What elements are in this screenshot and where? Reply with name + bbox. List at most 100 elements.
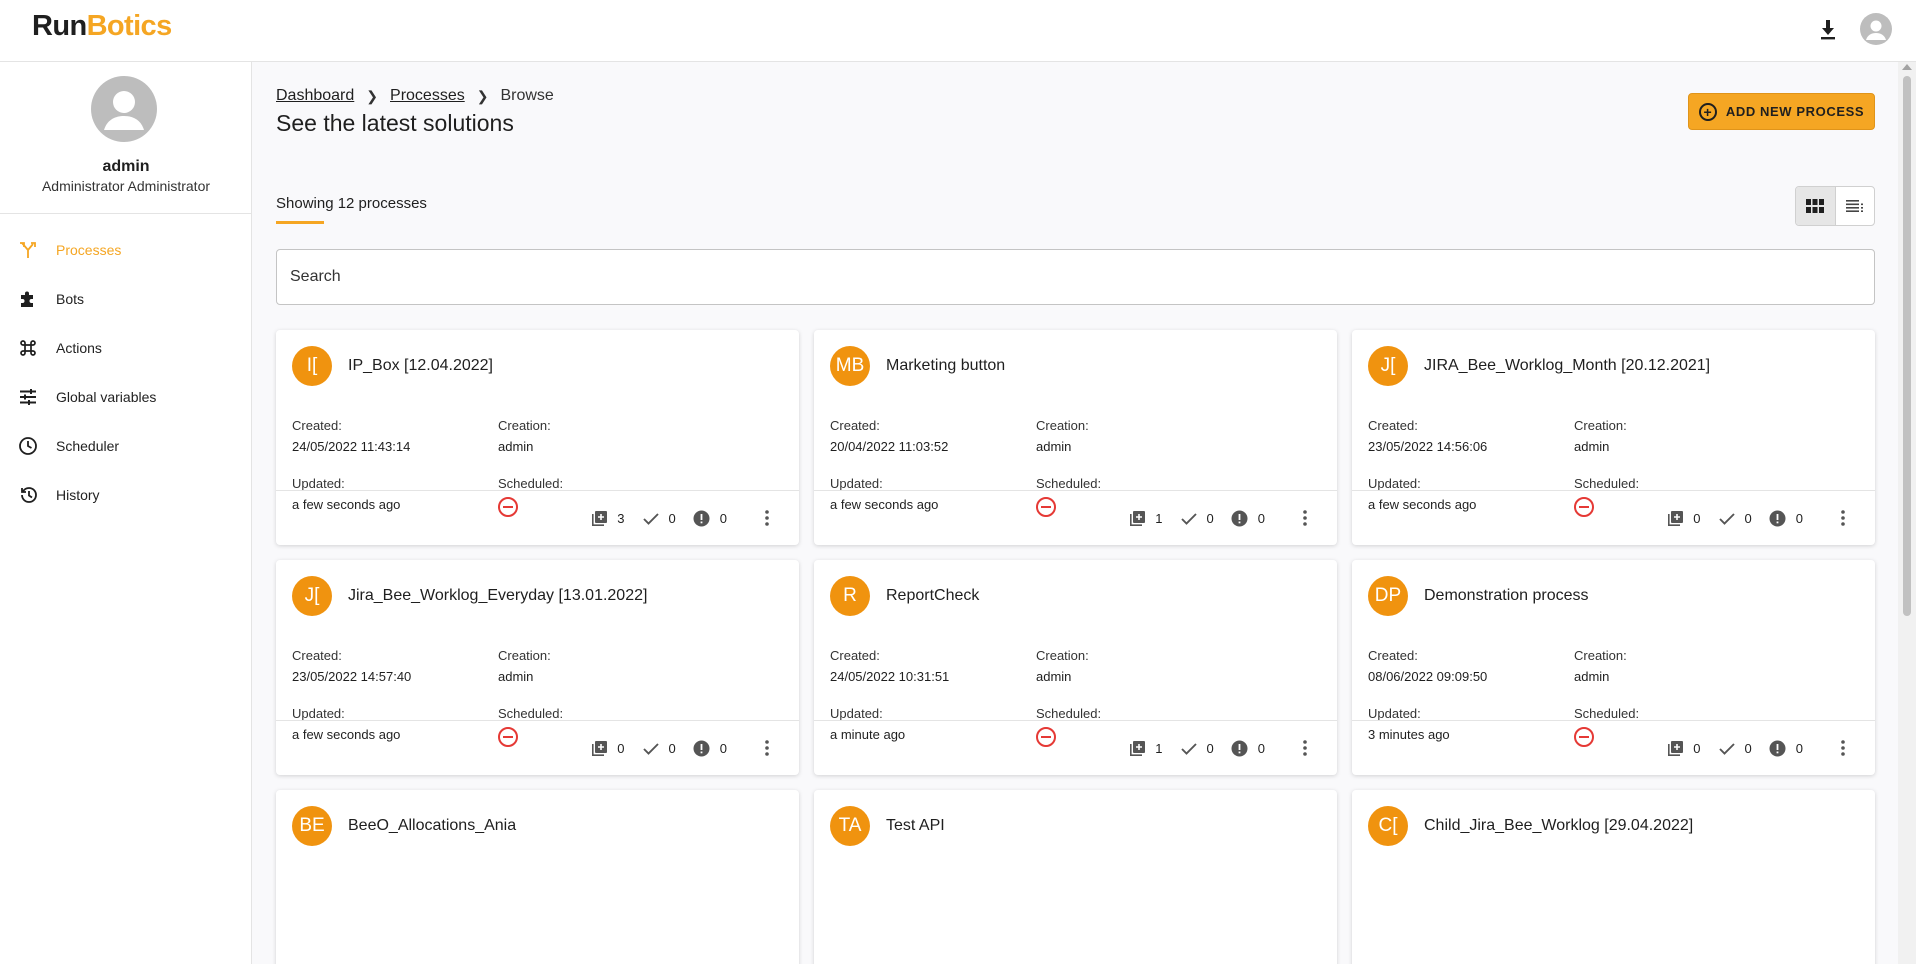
created-label: Created:: [830, 648, 880, 663]
history-icon: [16, 483, 40, 507]
chevron-right-icon: ❯: [366, 87, 379, 104]
creation-value: admin: [498, 439, 534, 454]
not-scheduled-icon: [498, 497, 518, 517]
sidebar-item-processes[interactable]: Processes: [0, 225, 252, 274]
process-name: Demonstration process: [1424, 587, 1589, 604]
creation-value: admin: [1574, 669, 1610, 684]
card-divider: [1352, 490, 1875, 491]
sidebar-item-actions[interactable]: Actions: [0, 323, 252, 372]
process-name: ReportCheck: [886, 587, 980, 604]
process-card-footer: 1 0 0: [1111, 502, 1321, 534]
grid-view-icon: [1806, 199, 1825, 213]
stat-instances: 1: [1127, 738, 1163, 758]
breadcrumb: Dashboard ❯ Processes ❯ Browse: [276, 87, 554, 105]
process-avatar: I[: [292, 346, 332, 386]
app-logo[interactable]: RunBotics: [32, 10, 172, 43]
process-card-header[interactable]: TA Test API: [830, 806, 1321, 846]
process-card[interactable]: I[ IP_Box [12.04.2022] Created: 24/05/20…: [276, 330, 799, 545]
process-card-header[interactable]: BE BeeO_Allocations_Ania: [292, 806, 783, 846]
process-card[interactable]: TA Test API: [814, 790, 1337, 964]
created-label: Created:: [1368, 418, 1418, 433]
process-card[interactable]: R ReportCheck Created: 24/05/2022 10:31:…: [814, 560, 1337, 775]
creation-label: Creation:: [498, 648, 551, 663]
sidebar-item-label: Processes: [56, 241, 122, 258]
search-input[interactable]: [276, 249, 1875, 305]
updated-value: a few seconds ago: [1368, 497, 1477, 512]
stat-success: 0: [641, 508, 676, 528]
sidebar-item-global-variables[interactable]: Global variables: [0, 372, 252, 421]
error-icon: [692, 508, 712, 528]
scheduled-label: Scheduled:: [1036, 476, 1102, 491]
updated-value: a few seconds ago: [292, 727, 401, 742]
scheduled-label: Scheduled:: [1574, 706, 1640, 721]
process-avatar: MB: [830, 346, 870, 386]
process-card-header[interactable]: C[ Child_Jira_Bee_Worklog [29.04.2022]: [1368, 806, 1859, 846]
card-divider: [276, 490, 799, 491]
sidebar-item-history[interactable]: History: [0, 470, 252, 519]
card-divider: [814, 490, 1337, 491]
grid-view-button[interactable]: [1796, 187, 1836, 225]
download-icon[interactable]: [1814, 16, 1842, 44]
stat-errors-value: 0: [719, 510, 727, 526]
scroll-up-arrow-icon[interactable]: [1902, 64, 1912, 70]
process-name: Marketing button: [886, 357, 1006, 374]
more-options-icon[interactable]: [1289, 502, 1321, 534]
process-card[interactable]: C[ Child_Jira_Bee_Worklog [29.04.2022]: [1352, 790, 1875, 964]
process-card[interactable]: BE BeeO_Allocations_Ania: [276, 790, 799, 964]
not-scheduled-icon: [1036, 727, 1056, 747]
stat-instances-value: 0: [1693, 740, 1701, 756]
sidebar: admin Administrator Administrator Proces…: [0, 62, 252, 964]
card-divider: [1352, 720, 1875, 721]
process-card[interactable]: J[ Jira_Bee_Worklog_Everyday [13.01.2022…: [276, 560, 799, 775]
view-toggle: [1795, 186, 1875, 226]
stat-success-value: 0: [668, 740, 676, 756]
stat-errors-value: 0: [1257, 510, 1265, 526]
more-options-icon[interactable]: [1289, 732, 1321, 764]
process-card-header[interactable]: J[ JIRA_Bee_Worklog_Month [20.12.2021]: [1368, 346, 1859, 386]
sidebar-item-scheduler[interactable]: Scheduler: [0, 421, 252, 470]
list-view-button[interactable]: [1836, 187, 1875, 225]
error-icon: [1768, 738, 1788, 758]
process-card[interactable]: J[ JIRA_Bee_Worklog_Month [20.12.2021] C…: [1352, 330, 1875, 545]
not-scheduled-icon: [1036, 497, 1056, 517]
more-options-icon[interactable]: [751, 502, 783, 534]
check-icon: [641, 738, 661, 758]
created-label: Created:: [292, 648, 342, 663]
logo-text-botics: Botics: [86, 10, 173, 42]
stat-success-value: 0: [1206, 740, 1214, 756]
process-card-header[interactable]: I[ IP_Box [12.04.2022]: [292, 346, 783, 386]
breadcrumb-dashboard-link[interactable]: Dashboard: [276, 87, 354, 105]
sidebar-item-bots[interactable]: Bots: [0, 274, 252, 323]
process-card-footer: 0 0 0: [573, 732, 783, 764]
more-options-icon[interactable]: [1827, 502, 1859, 534]
created-value: 20/04/2022 11:03:52: [830, 439, 949, 454]
error-icon: [1230, 508, 1250, 528]
scrollbar-thumb[interactable]: [1903, 76, 1911, 616]
created-value: 24/05/2022 10:31:51: [830, 669, 950, 684]
more-options-icon[interactable]: [1827, 732, 1859, 764]
add-new-process-button[interactable]: + ADD NEW PROCESS: [1688, 93, 1875, 130]
library-add-icon: [589, 508, 609, 528]
breadcrumb-current: Browse: [500, 87, 554, 104]
creation-value: admin: [1036, 669, 1072, 684]
process-avatar: BE: [292, 806, 332, 846]
add-circle-icon: +: [1698, 102, 1717, 121]
process-card-footer: 3 0 0: [573, 502, 783, 534]
not-scheduled-icon: [1574, 727, 1594, 747]
error-icon: [1768, 508, 1788, 528]
updated-value: a few seconds ago: [292, 497, 401, 512]
process-card-header[interactable]: J[ Jira_Bee_Worklog_Everyday [13.01.2022…: [292, 576, 783, 616]
process-card-header[interactable]: DP Demonstration process: [1368, 576, 1859, 616]
more-options-icon[interactable]: [751, 732, 783, 764]
process-card[interactable]: MB Marketing button Created: 20/04/2022 …: [814, 330, 1337, 545]
stat-instances-value: 3: [617, 510, 625, 526]
process-card[interactable]: DP Demonstration process Created: 08/06/…: [1352, 560, 1875, 775]
error-icon: [1230, 738, 1250, 758]
process-card-header[interactable]: R ReportCheck: [830, 576, 1321, 616]
process-grid: I[ IP_Box [12.04.2022] Created: 24/05/20…: [276, 330, 1875, 964]
process-card-header[interactable]: MB Marketing button: [830, 346, 1321, 386]
account-avatar-icon[interactable]: [1860, 13, 1892, 45]
scheduled-label: Scheduled:: [1036, 706, 1102, 721]
breadcrumb-processes-link[interactable]: Processes: [390, 87, 465, 105]
stat-errors-value: 0: [1257, 740, 1265, 756]
